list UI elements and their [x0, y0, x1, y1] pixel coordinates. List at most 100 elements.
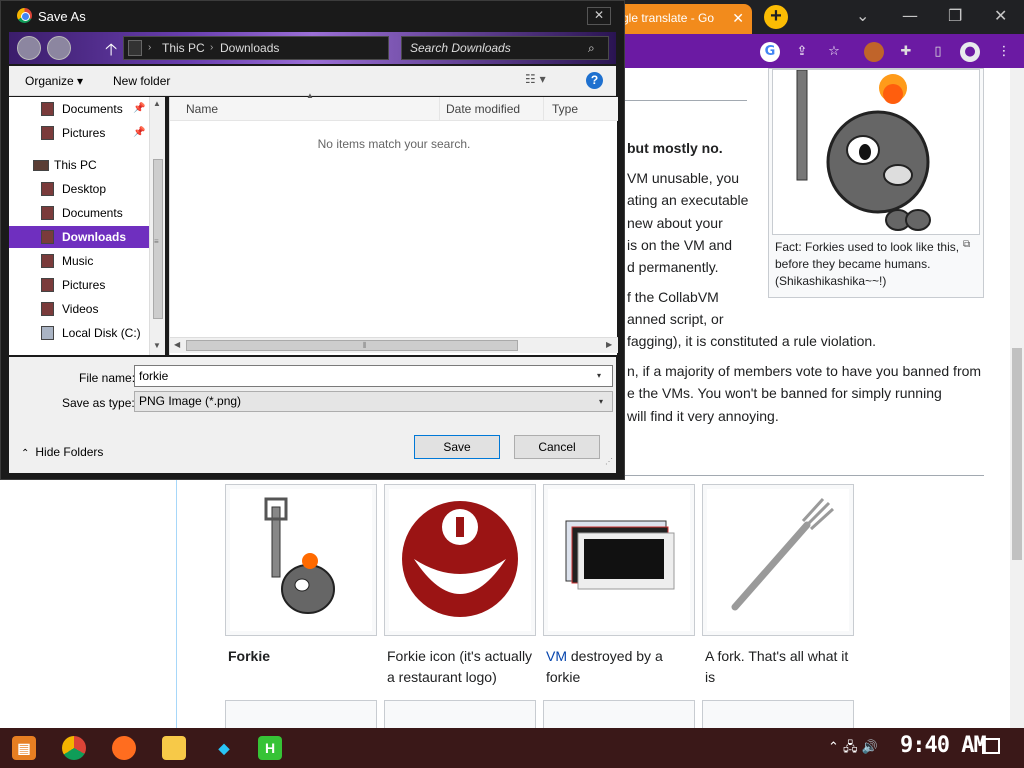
restore-icon[interactable]: ❐	[948, 6, 962, 25]
start-icon[interactable]: ▤	[12, 736, 36, 760]
diamond-app-icon[interactable]: ◆	[212, 736, 236, 760]
content-border	[176, 470, 177, 730]
pictures-icon	[41, 278, 54, 292]
gallery-item-forkie-icon[interactable]	[384, 484, 536, 636]
grip-icon: ≡	[154, 237, 159, 246]
dialog-close-button[interactable]: ✕	[587, 7, 611, 25]
save-button[interactable]: Save	[414, 435, 500, 459]
avatar-forkie-icon[interactable]	[864, 42, 884, 62]
nav-item-label: Downloads	[62, 230, 127, 244]
new-tab-button[interactable]: +	[764, 5, 788, 29]
gallery-item-forkie[interactable]	[225, 484, 377, 636]
save-as-type-value: PNG Image (*.png)	[139, 394, 242, 408]
page-scroll-thumb[interactable]	[1012, 348, 1022, 560]
documents-icon	[41, 102, 54, 116]
documents-icon	[41, 206, 54, 220]
file-list-hscrollbar[interactable]: ◀ ⦀ ▶	[170, 337, 618, 353]
file-name-field[interactable]	[134, 365, 613, 387]
tab-search-icon[interactable]: ⌄	[856, 6, 869, 25]
navpane-scrollbar[interactable]: ▲ ≡ ▼	[149, 97, 165, 355]
forkie-small-icon	[264, 497, 335, 614]
organize-button[interactable]: Organize ▾	[25, 74, 83, 88]
h-app-icon[interactable]: H	[258, 736, 282, 760]
nav-item-desktop[interactable]: Desktop	[9, 178, 149, 200]
column-name[interactable]: Name	[178, 97, 440, 121]
nav-item-documents-quick[interactable]: Documents 📌	[9, 98, 149, 120]
nav-item-videos[interactable]: Videos	[9, 298, 149, 320]
nav-item-label: Documents	[62, 102, 123, 116]
column-type[interactable]: Type	[544, 97, 618, 121]
save-as-type-select[interactable]: PNG Image (*.png) ▾	[134, 391, 613, 412]
vm-link[interactable]: VM	[546, 648, 567, 664]
page-text-line: e the VMs. You won't be banned for simpl…	[627, 385, 942, 401]
breadcrumb[interactable]: › This PC › Downloads	[123, 36, 389, 60]
search-icon[interactable]: ⌕	[588, 37, 595, 59]
up-arrow-icon[interactable]: 🡡	[105, 37, 117, 66]
share-icon[interactable]: ⇪	[792, 42, 812, 62]
star-icon[interactable]: ☆	[824, 42, 844, 62]
file-list-header: Name ▲ Date modified Type	[170, 91, 618, 121]
this-pc-icon	[33, 160, 49, 171]
hide-folders-button[interactable]: ⌃ Hide Folders	[21, 445, 103, 459]
view-options-icon[interactable]: ☷ ▾	[525, 72, 555, 86]
nav-item-label: Music	[62, 254, 94, 268]
chrome-taskbar-icon[interactable]	[62, 736, 86, 760]
window-close-icon[interactable]: ✕	[994, 6, 1007, 25]
chrome-icon	[17, 8, 32, 23]
music-icon	[41, 254, 54, 268]
gallery-caption: Forkie	[228, 648, 271, 664]
help-icon[interactable]: ?	[586, 72, 603, 89]
breadcrumb-downloads[interactable]: Downloads	[220, 37, 279, 59]
page-text-line: but mostly no.	[627, 140, 723, 156]
taskbar-clock[interactable]: 9:40 AM	[900, 733, 987, 758]
sidebar-icon[interactable]: ▯	[928, 42, 948, 62]
nav-item-music[interactable]: Music	[9, 250, 149, 272]
firefox-icon[interactable]	[112, 736, 136, 760]
chevron-down-icon[interactable]: ▾	[597, 371, 601, 380]
gallery-item-fork[interactable]	[702, 484, 854, 636]
notifications-icon[interactable]	[982, 738, 1000, 754]
scroll-right-icon[interactable]: ▶	[606, 340, 612, 349]
file-explorer-icon[interactable]	[162, 736, 186, 760]
extensions-icon[interactable]: ✚	[896, 42, 916, 62]
nav-item-pictures-quick[interactable]: Pictures 📌	[9, 122, 149, 144]
nav-item-pictures[interactable]: Pictures	[9, 274, 149, 296]
scroll-down-icon[interactable]: ▼	[153, 341, 161, 350]
forward-button[interactable]	[47, 36, 71, 60]
nav-item-label: Pictures	[62, 126, 106, 140]
enlarge-icon[interactable]: ⧉	[963, 239, 970, 250]
hscroll-thumb[interactable]: ⦀	[186, 340, 518, 351]
back-button[interactable]	[17, 36, 41, 60]
navigation-bar: 🡡 › This PC › Downloads Search Downloads…	[9, 32, 616, 64]
page-text-line: VM unusable, you	[627, 170, 740, 186]
tab-google-translate[interactable]: gle translate - Go ✕	[612, 4, 752, 34]
dialog-title: Save As	[38, 9, 86, 24]
nav-item-documents[interactable]: Documents	[9, 202, 149, 224]
gallery-caption: Forkie icon (it's actually a restaurant …	[387, 648, 533, 685]
search-input[interactable]: Search Downloads ⌕	[401, 36, 609, 60]
page-text-line: ating an executable	[627, 192, 749, 208]
restaurant-logo-icon	[402, 501, 518, 617]
tab-close-icon[interactable]: ✕	[732, 4, 744, 32]
menu-icon[interactable]: ⋮	[994, 42, 1014, 62]
google-icon[interactable]: G	[760, 42, 780, 62]
scroll-up-icon[interactable]: ▲	[153, 99, 161, 108]
nav-item-downloads[interactable]: Downloads	[9, 226, 149, 248]
nav-item-this-pc[interactable]: This PC	[9, 154, 149, 176]
system-tray[interactable]: ⌃ 🖧 🔊	[828, 738, 878, 760]
minimize-icon[interactable]: —	[902, 6, 918, 25]
profile-icon[interactable]: ●	[960, 42, 980, 62]
nav-item-label: This PC	[54, 158, 97, 172]
scroll-left-icon[interactable]: ◀	[174, 340, 180, 349]
new-folder-button[interactable]: New folder	[113, 74, 170, 88]
page-scrollbar[interactable]	[1010, 68, 1024, 728]
resize-grip-icon[interactable]: ⋰	[605, 457, 613, 466]
nav-item-local-disk[interactable]: Local Disk (C:)	[9, 322, 149, 344]
column-date-modified[interactable]: Date modified	[438, 97, 544, 121]
gallery-item-vm-destroyed[interactable]	[543, 484, 695, 636]
forkie-old-image[interactable]	[772, 69, 980, 235]
cancel-button[interactable]: Cancel	[514, 435, 600, 459]
navigation-pane: Documents 📌 Pictures 📌 This PC Desktop D…	[9, 97, 165, 355]
breadcrumb-this-pc[interactable]: This PC	[162, 37, 205, 59]
forkie-figure-icon	[796, 69, 931, 231]
